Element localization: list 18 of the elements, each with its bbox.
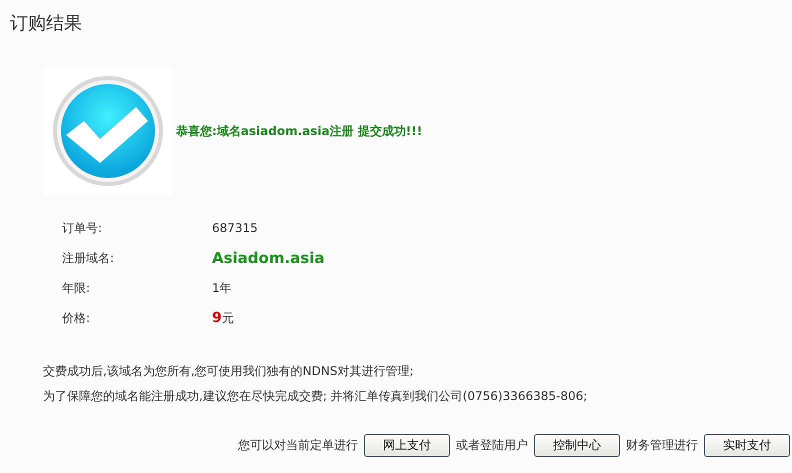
field-value: 1年 xyxy=(212,280,232,296)
field-value: Asiadom.asia xyxy=(212,249,324,267)
action-button[interactable]: 网上支付 xyxy=(364,434,450,457)
field-value: 687315 xyxy=(212,221,258,235)
action-text: 或者登陆用户 xyxy=(456,437,528,454)
field-value: 9元 xyxy=(212,310,234,326)
action-button[interactable]: 控制中心 xyxy=(534,434,620,457)
action-button[interactable]: 实时支付 xyxy=(704,434,790,457)
page-title: 订购结果 xyxy=(10,12,83,36)
action-text: 您可以对当前定单进行 xyxy=(238,437,358,454)
field-label: 价格: xyxy=(62,310,92,326)
action-text: 财务管理进行 xyxy=(626,437,698,454)
field-label: 订单号: xyxy=(62,220,104,236)
field-label: 注册域名: xyxy=(62,250,116,266)
success-message: 恭喜您:域名asiadom.asia注册 提交成功!!! xyxy=(176,122,422,140)
note-text: 为了保障您的域名能注册成功,建议您在尽快完成交费; 并将汇单传真到我们公司(0756)3366385-806; xyxy=(43,388,588,405)
field-label: 年限: xyxy=(62,280,92,296)
note-text: 交费成功后,该域名为您所有,您可使用我们独有的NDNS对其进行管理; xyxy=(43,363,414,380)
